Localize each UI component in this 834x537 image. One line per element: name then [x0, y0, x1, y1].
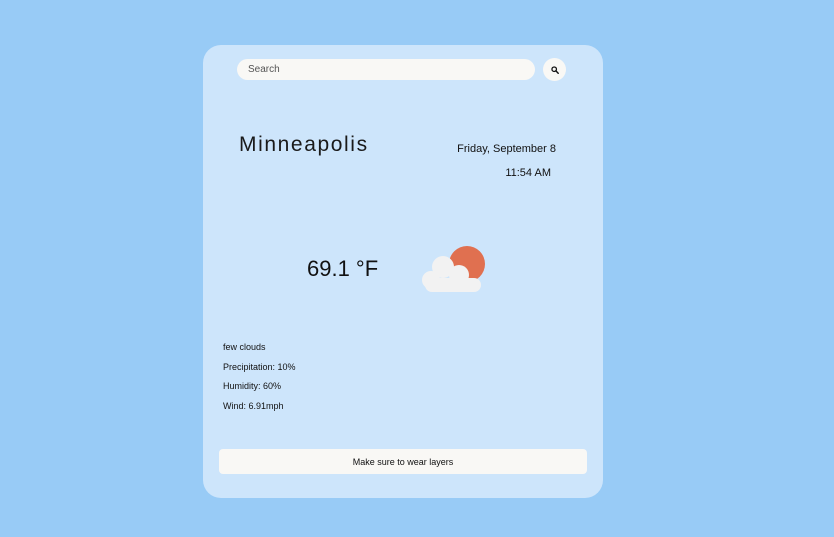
advice-banner: Make sure to wear layers [219, 449, 587, 474]
search-input[interactable] [237, 59, 535, 80]
weather-card: Minneapolis Friday, September 8 11:54 AM… [203, 45, 603, 498]
city-name: Minneapolis [239, 133, 369, 156]
search-icon [550, 65, 559, 74]
precipitation: Precipitation: 10% [223, 361, 296, 372]
humidity: Humidity: 60% [223, 381, 282, 391]
search-button[interactable] [543, 58, 566, 81]
temperature: 69.1 °F [307, 256, 379, 281]
current-date: Friday, September 8 [457, 143, 556, 155]
weather-details: few clouds Precipitation: 10% Humidity: … [223, 341, 296, 419]
weather-description: few clouds [223, 342, 266, 352]
advice-text: Make sure to wear layers [352, 456, 454, 467]
few-clouds-icon [413, 242, 491, 298]
current-time: 11:54 AM [505, 167, 551, 179]
wind: Wind: 6.91mph [223, 400, 284, 411]
